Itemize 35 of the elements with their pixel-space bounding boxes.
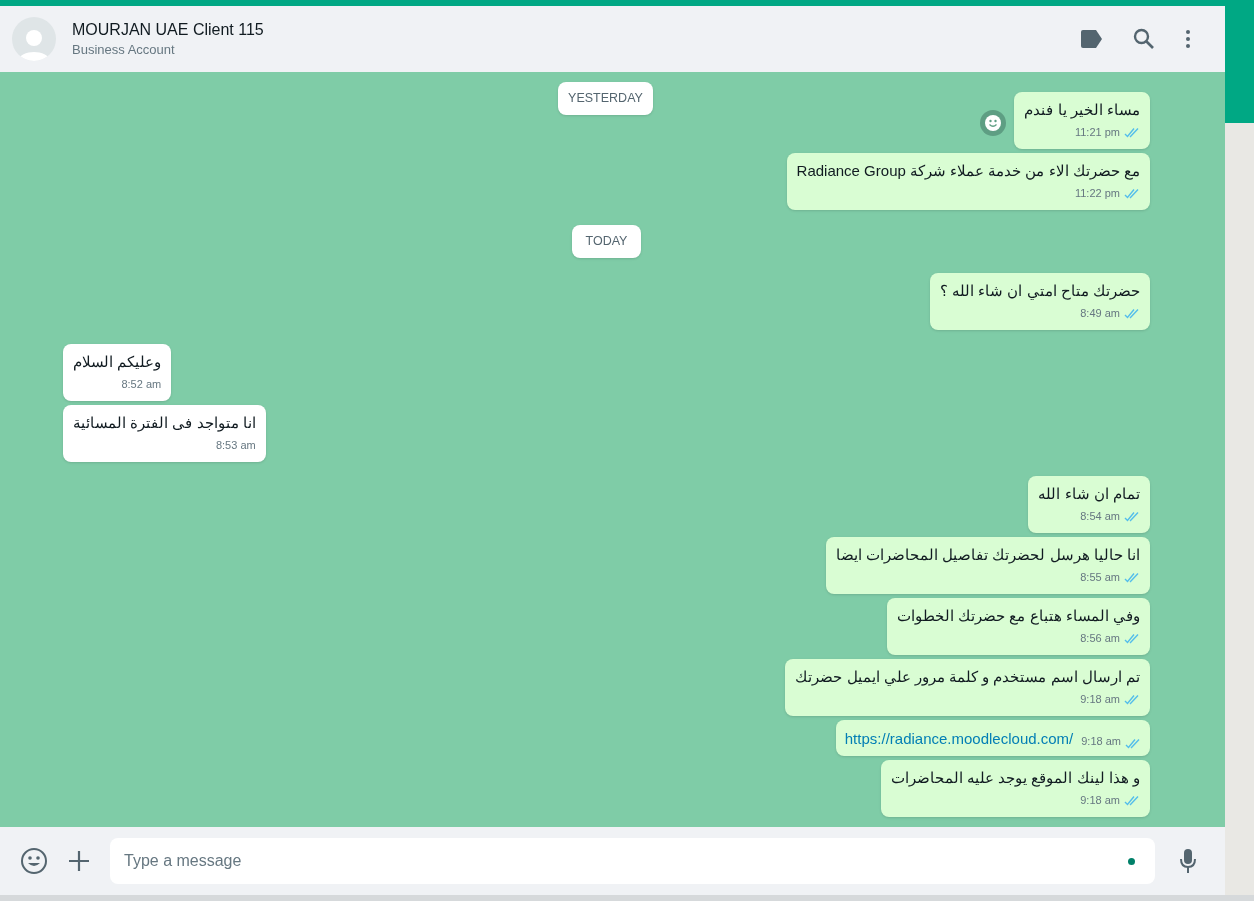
message-time: 11:22 pm: [1074, 186, 1120, 201]
message-text: مع حضرتك الاء من خدمة عملاء شركة Radiance Group: [796, 161, 1140, 181]
message-text: و هذا لينك الموقع يوجد عليه المحاضرات: [891, 768, 1140, 788]
message-time: 8:54 am: [1080, 509, 1120, 524]
plus-icon[interactable]: [68, 850, 90, 872]
message-text: انا متواجد فى الفترة المسائية: [73, 413, 256, 433]
contact-name[interactable]: MOURJAN UAE Client 115: [72, 19, 264, 41]
message-time: 8:53 am: [215, 438, 256, 453]
message-time: 9:18 am: [1081, 734, 1121, 749]
message-text: حضرتك متاح امتي ان شاء الله ؟: [940, 281, 1140, 301]
date-chip: YESTERDAY: [558, 82, 653, 115]
message-time: 9:18 am: [1080, 793, 1120, 808]
message-time: 11:21 pm: [1074, 125, 1120, 140]
message-input[interactable]: Type a message: [110, 838, 1155, 884]
message-text: تمام ان شاء الله: [1038, 484, 1140, 504]
message-time: 8:49 am: [1080, 306, 1120, 321]
search-icon[interactable]: [1133, 28, 1155, 50]
message-text: مساء الخير يا فندم: [1024, 100, 1140, 120]
emoji-reaction-icon[interactable]: [980, 109, 1007, 136]
status-dot-icon: [1128, 858, 1135, 865]
date-chip: TODAY: [571, 225, 642, 258]
message-link[interactable]: https://radiance.moodlecloud.com/: [844, 729, 1074, 749]
menu-icon[interactable]: [1185, 29, 1191, 49]
message-text: وعليكم السلام: [73, 352, 162, 372]
message-text: وفي المساء هتباع مع حضرتك الخطوات: [897, 606, 1140, 626]
microphone-icon[interactable]: [1179, 848, 1197, 874]
emoji-icon[interactable]: [20, 847, 48, 875]
label-icon[interactable]: [1079, 30, 1103, 48]
message-text: تم ارسال اسم مستخدم و كلمة مرور علي ايميل حضرتك: [795, 667, 1140, 687]
message-time: 8:52 am: [121, 377, 162, 392]
account-type: Business Account: [72, 41, 176, 59]
message-time: 8:56 am: [1080, 631, 1120, 646]
message-time: 9:18 am: [1080, 692, 1120, 707]
message-text: انا حاليا هرسل لحضرتك تفاصيل المحاضرات ايضا: [836, 545, 1140, 565]
message-time: 8:55 am: [1080, 570, 1120, 585]
